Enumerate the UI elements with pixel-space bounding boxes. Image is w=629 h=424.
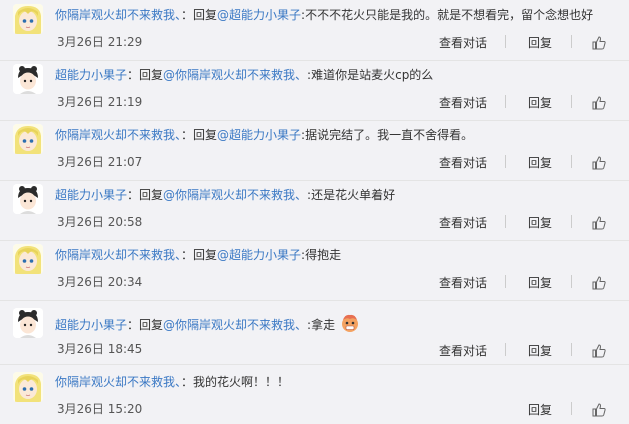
avatar[interactable]	[13, 64, 43, 94]
reply-button[interactable]: 回复	[528, 342, 552, 359]
view-conversation-button[interactable]: 查看对话	[439, 154, 487, 171]
reply-prefix: ：回复	[127, 188, 164, 202]
username-link[interactable]: 你隔岸观火却不来救我、	[55, 8, 181, 22]
divider	[505, 215, 506, 228]
divider	[571, 95, 572, 108]
thumbs-up-icon[interactable]	[592, 155, 606, 170]
reply-button[interactable]: 回复	[528, 214, 552, 231]
divider	[571, 343, 572, 356]
comment-line: 你隔岸观火却不来救我、：回复@超能力小果子:得抱走	[55, 247, 621, 263]
view-conversation-button[interactable]: 查看对话	[439, 342, 487, 359]
thumbs-up-icon[interactable]	[592, 402, 606, 417]
divider	[505, 35, 506, 48]
yellow-hair-avatar-icon	[13, 372, 43, 402]
timestamp: 3月26日 20:58	[57, 215, 143, 229]
cartoon-face-emoji-icon	[339, 312, 361, 334]
comment-item: 你隔岸观火却不来救我、：回复@超能力小果子:不不不花火只能是我的。就是不想看完，…	[0, 0, 629, 61]
comment-item: 超能力小果子：回复@你隔岸观火却不来救我、:难道你是站麦火cp的么 3月26日 …	[0, 60, 629, 121]
thumbs-up-icon[interactable]	[592, 275, 606, 290]
comment-text: :得抱走	[301, 248, 342, 262]
divider	[571, 155, 572, 168]
timestamp: 3月26日 21:07	[57, 155, 143, 169]
mention-link[interactable]: @你隔岸观火却不来救我、	[163, 318, 307, 332]
comment-item: 你隔岸观火却不来救我、：回复@超能力小果子:据说完结了。我一直不舍得看。 3月2…	[0, 120, 629, 181]
reply-prefix: ：回复	[127, 318, 164, 332]
comment-line: 你隔岸观火却不来救我、：回复@超能力小果子:不不不花火只能是我的。就是不想看完，…	[55, 7, 621, 23]
reply-button[interactable]: 回复	[528, 154, 552, 171]
reply-button[interactable]: 回复	[528, 94, 552, 111]
username-link[interactable]: 你隔岸观火却不来救我、	[55, 248, 181, 262]
timestamp: 3月26日 15:20	[57, 402, 143, 416]
username-link[interactable]: 超能力小果子	[55, 68, 127, 82]
timestamp: 3月26日 21:19	[57, 95, 143, 109]
reply-prefix: ：回复	[181, 8, 218, 22]
divider	[571, 275, 572, 288]
avatar[interactable]	[13, 372, 43, 402]
comment-text: ：我的花火啊！！！	[181, 375, 290, 389]
divider	[571, 402, 572, 415]
avatar[interactable]	[13, 184, 43, 214]
divider	[505, 275, 506, 288]
dark-hair-avatar-icon	[13, 308, 43, 338]
mention-link[interactable]: @超能力小果子	[217, 248, 301, 262]
divider	[505, 95, 506, 108]
comment-item: 你隔岸观火却不来救我、：我的花火啊！！！ 3月26日 15:20 回复	[0, 364, 629, 424]
avatar[interactable]	[13, 244, 43, 274]
view-conversation-button[interactable]: 查看对话	[439, 34, 487, 51]
reply-button[interactable]: 回复	[528, 401, 552, 418]
mention-link[interactable]: @超能力小果子	[217, 128, 301, 142]
divider	[505, 155, 506, 168]
comment-line: 超能力小果子：回复@你隔岸观火却不来救我、:还是花火单着好	[55, 187, 621, 203]
reply-button[interactable]: 回复	[528, 274, 552, 291]
username-link[interactable]: 超能力小果子	[55, 188, 127, 202]
comment-item: 你隔岸观火却不来救我、：回复@超能力小果子:得抱走 3月26日 20:34 查看…	[0, 240, 629, 301]
comment-line: 你隔岸观火却不来救我、：我的花火啊！！！	[55, 374, 621, 390]
timestamp: 3月26日 20:34	[57, 275, 143, 289]
reply-prefix: ：回复	[181, 128, 218, 142]
thumbs-up-icon[interactable]	[592, 95, 606, 110]
avatar[interactable]	[13, 308, 43, 338]
comment-text: :还是花火单着好	[307, 188, 396, 202]
username-link[interactable]: 超能力小果子	[55, 318, 127, 332]
yellow-hair-avatar-icon	[13, 4, 43, 34]
view-conversation-button[interactable]: 查看对话	[439, 274, 487, 291]
view-conversation-button[interactable]: 查看对话	[439, 214, 487, 231]
comment-item: 超能力小果子：回复@你隔岸观火却不来救我、:拿走 3月26日 18:45 查看对…	[0, 300, 629, 365]
timestamp: 3月26日 21:29	[57, 35, 143, 49]
comment-line: 你隔岸观火却不来救我、：回复@超能力小果子:据说完结了。我一直不舍得看。	[55, 127, 621, 143]
mention-link[interactable]: @你隔岸观火却不来救我、	[163, 188, 307, 202]
comment-line: 超能力小果子：回复@你隔岸观火却不来救我、:难道你是站麦火cp的么	[55, 67, 621, 83]
comment-text: :不不不花火只能是我的。就是不想看完，留个念想也好	[301, 8, 594, 22]
mention-link[interactable]: @超能力小果子	[217, 8, 301, 22]
comment-text: :拿走	[307, 318, 336, 332]
avatar[interactable]	[13, 4, 43, 34]
username-link[interactable]: 你隔岸观火却不来救我、	[55, 375, 181, 389]
comment-item: 超能力小果子：回复@你隔岸观火却不来救我、:还是花火单着好 3月26日 20:5…	[0, 180, 629, 241]
view-conversation-button[interactable]: 查看对话	[439, 94, 487, 111]
divider	[571, 35, 572, 48]
reply-prefix: ：回复	[127, 68, 164, 82]
thumbs-up-icon[interactable]	[592, 215, 606, 230]
avatar[interactable]	[13, 124, 43, 154]
thumbs-up-icon[interactable]	[592, 35, 606, 50]
thumbs-up-icon[interactable]	[592, 343, 606, 358]
username-link[interactable]: 你隔岸观火却不来救我、	[55, 128, 181, 142]
dark-hair-avatar-icon	[13, 184, 43, 214]
comment-line: 超能力小果子：回复@你隔岸观火却不来救我、:拿走	[55, 312, 621, 334]
dark-hair-avatar-icon	[13, 64, 43, 94]
reply-prefix: ：回复	[181, 248, 218, 262]
timestamp: 3月26日 18:45	[57, 342, 143, 356]
comment-text: :难道你是站麦火cp的么	[307, 68, 434, 82]
divider	[571, 215, 572, 228]
yellow-hair-avatar-icon	[13, 244, 43, 274]
comment-text: :据说完结了。我一直不舍得看。	[301, 128, 474, 142]
reply-button[interactable]: 回复	[528, 34, 552, 51]
mention-link[interactable]: @你隔岸观火却不来救我、	[163, 68, 307, 82]
divider	[505, 343, 506, 356]
yellow-hair-avatar-icon	[13, 124, 43, 154]
